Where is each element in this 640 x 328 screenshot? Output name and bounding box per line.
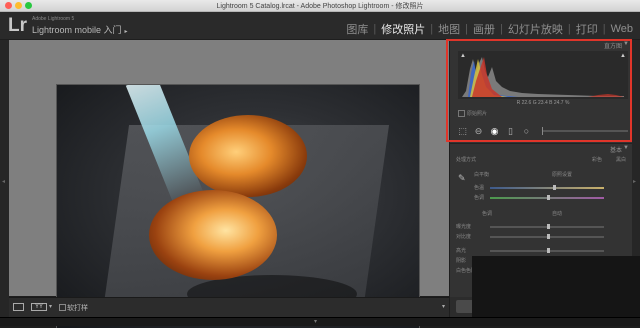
identity-plate[interactable]: Adobe Lightroom 5 Lightroom mobile 入门 ▸ — [32, 16, 128, 36]
tint-slider[interactable] — [490, 195, 604, 200]
treatment-row: 处理方式 彩色 黑白 — [456, 155, 626, 164]
module-header: Lr Adobe Lightroom 5 Lightroom mobile 入门… — [0, 12, 640, 39]
module-separator: | — [373, 23, 377, 35]
highlights-slider[interactable] — [490, 248, 604, 253]
highlights-row: 高光 — [456, 246, 626, 255]
treatment-label: 处理方式 — [456, 157, 477, 163]
temp-slider-knob[interactable] — [552, 185, 556, 190]
overlay-dark-corner — [472, 256, 640, 325]
before-after-dropdown-icon[interactable]: ▾ — [49, 303, 52, 310]
module-tab-4[interactable]: 幻灯片放映 — [507, 21, 564, 37]
exposure-slider-knob[interactable] — [547, 224, 550, 229]
module-tab-3[interactable]: 画册 — [472, 21, 496, 37]
photo-orange-top — [189, 115, 307, 197]
module-tab-6[interactable]: Web — [610, 23, 634, 35]
tint-row: 色调 — [456, 193, 626, 202]
collapse-right-panel-icon[interactable]: ▸ — [633, 178, 636, 185]
exposure-label: 曝光度 — [456, 224, 472, 230]
treatment-color-button[interactable]: 彩色 — [592, 156, 602, 163]
auto-tone-button[interactable]: 自动 — [552, 210, 562, 217]
highlights-slider-knob[interactable] — [547, 248, 550, 253]
module-tab-2[interactable]: 地图 — [437, 21, 461, 37]
exposure-slider[interactable] — [490, 224, 604, 229]
toolbar: YY ▾ 软打样 ▾ — [9, 297, 449, 318]
exposure-row: 曝光度 — [456, 222, 626, 231]
photo-preview[interactable] — [57, 85, 419, 328]
contrast-slider[interactable] — [490, 234, 604, 239]
product-name: Adobe Lightroom 5 — [32, 16, 75, 22]
loupe-view-icon[interactable] — [13, 303, 24, 311]
tint-label: 色调 — [474, 195, 485, 201]
wb-preset-select[interactable]: 原照设置 — [552, 171, 572, 178]
tint-slider-knob[interactable] — [547, 195, 550, 200]
temp-row: 色温 — [456, 183, 626, 192]
photo-orange-bottom — [149, 190, 277, 280]
basic-panel-title: 基本 — [609, 148, 622, 154]
tone-row: 色调 自动 — [456, 209, 626, 218]
wb-row: 白平衡 原照设置 — [456, 170, 626, 179]
highlights-label: 高光 — [456, 248, 467, 254]
left-panel-collapsed[interactable]: ◂ — [0, 40, 9, 317]
shadows-label: 阴影 — [456, 258, 467, 264]
treatment-bw-button[interactable]: 黑白 — [616, 156, 626, 163]
module-separator: | — [500, 23, 503, 35]
module-tab-0[interactable]: 图库 — [345, 21, 369, 37]
window-title: Lightroom 5 Catalog.lrcat - Adobe Photos… — [216, 3, 424, 10]
expand-left-panel-icon[interactable]: ◂ — [2, 178, 5, 185]
contrast-label: 对比度 — [456, 234, 472, 240]
basic-panel-header[interactable]: 基本 ▼ — [450, 143, 632, 154]
temp-slider[interactable] — [490, 185, 604, 190]
contrast-row: 对比度 — [456, 232, 626, 241]
expand-filmstrip-icon[interactable]: ▾ — [314, 318, 317, 325]
wb-label: 白平衡 — [474, 172, 490, 178]
annotation-highlight-box — [446, 39, 632, 142]
soft-proofing-checkbox[interactable] — [59, 304, 66, 311]
tone-label: 色调 — [482, 211, 493, 217]
basic-collapse-icon[interactable]: ▼ — [623, 145, 629, 151]
identity-label[interactable]: Lightroom mobile 入门 ▸ — [32, 23, 128, 36]
module-separator: | — [465, 23, 468, 35]
loupe-view[interactable] — [9, 40, 449, 328]
temp-label: 色温 — [474, 185, 485, 191]
module-separator: | — [567, 23, 571, 35]
identity-arrow-icon: ▸ — [124, 29, 128, 35]
contrast-slider-knob[interactable] — [547, 234, 550, 239]
toolbar-menu-icon[interactable]: ▾ — [442, 303, 445, 310]
window-titlebar: Lightroom 5 Catalog.lrcat - Adobe Photos… — [0, 0, 640, 12]
before-after-button[interactable]: YY — [31, 303, 47, 311]
module-tab-1[interactable]: 修改照片 — [380, 21, 426, 37]
module-separator: | — [430, 23, 434, 35]
soft-proofing-label: 软打样 — [67, 305, 88, 312]
lightroom-logo: Lr — [8, 15, 27, 36]
module-tab-5[interactable]: 打印 — [575, 21, 599, 37]
module-picker: 图库 | 修改照片 | 地图 | 画册 | 幻灯片放映 | 打印 | Web — [345, 21, 634, 37]
module-separator: | — [602, 23, 606, 35]
